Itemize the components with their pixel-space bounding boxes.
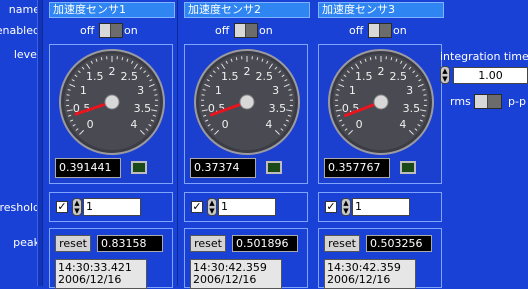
- column-separator: [37, 0, 43, 286]
- threshold-checkbox[interactable]: ✓: [191, 201, 203, 213]
- sensor-panel: 加速度センサ1 off on 00.511.522.533.54 0.39144…: [45, 0, 177, 286]
- gauge-tick-label: 3.5: [134, 102, 152, 115]
- enabled-toggle[interactable]: [368, 23, 392, 38]
- off-label: off: [215, 24, 229, 37]
- level-gauge: 00.511.522.533.54: [54, 48, 170, 156]
- level-frame: 00.511.522.533.54 0.391441: [49, 44, 173, 184]
- gauge-tick: [370, 57, 371, 60]
- threshold-frame: ✓ ▲▼ 1: [49, 192, 173, 222]
- sensor-panel: 加速度センサ2 off on 00.511.522.533.54 0.37374…: [180, 0, 312, 286]
- peak-timestamp: 14:30:42.359 2006/12/16: [324, 259, 416, 289]
- gauge-tick-label: 2.5: [255, 70, 273, 83]
- rms-label: rms: [450, 95, 471, 108]
- level-readout: 0.37374: [190, 158, 256, 178]
- threshold-checkbox[interactable]: ✓: [325, 201, 337, 213]
- gauge-tick-label: 0: [356, 118, 363, 131]
- gauge-tick-label: 2: [378, 65, 385, 78]
- peak-frame: reset 0.501896 14:30:42.359 2006/12/16: [184, 228, 308, 288]
- peak-date: 2006/12/16: [58, 274, 144, 286]
- peak-readout: 0.501896: [232, 235, 298, 252]
- row-label-peak: peak: [13, 236, 40, 249]
- enabled-control: off on: [180, 23, 312, 39]
- peak-readout: 0.83158: [97, 235, 163, 252]
- on-label: on: [259, 24, 273, 37]
- off-label: off: [80, 24, 94, 37]
- rms-pp-toggle[interactable]: [474, 94, 502, 109]
- reset-button[interactable]: reset: [324, 235, 360, 252]
- integration-time-input[interactable]: 1.00: [453, 67, 528, 84]
- row-label-threshold: threshold: [0, 201, 40, 214]
- gauge-tick: [257, 57, 258, 60]
- row-label-name: name: [9, 3, 40, 16]
- gauge-tick-label: 1.5: [86, 70, 104, 83]
- gauge-tick-label: 2: [109, 65, 116, 78]
- gauge-tick-label: 0: [222, 118, 229, 131]
- sensor-name-field[interactable]: 加速度センサ1: [49, 2, 175, 18]
- peak-date: 2006/12/16: [193, 274, 279, 286]
- gauge-tick-label: 0: [87, 118, 94, 131]
- gauge-tick-label: 1: [349, 84, 356, 97]
- gauge-tick-label: 4: [265, 118, 272, 131]
- reset-button[interactable]: reset: [190, 235, 226, 252]
- integration-spinner[interactable]: ▲▼: [440, 66, 450, 84]
- peak-frame: reset 0.83158 14:30:33.421 2006/12/16: [49, 228, 173, 288]
- gauge-tick-label: 3: [137, 84, 144, 97]
- sensor-name-field[interactable]: 加速度センサ2: [184, 2, 310, 18]
- gauge-tick-label: 1: [80, 84, 87, 97]
- gauge-hub: [374, 95, 388, 109]
- gauge-tick-label: 2.5: [120, 70, 138, 83]
- level-led-indicator: [400, 161, 416, 174]
- threshold-checkbox[interactable]: ✓: [56, 201, 68, 213]
- threshold-spinner[interactable]: ▲▼: [72, 198, 82, 216]
- reset-button[interactable]: reset: [55, 235, 91, 252]
- gauge-tick-label: 3: [406, 84, 413, 97]
- gauge-hub: [240, 95, 254, 109]
- gauge-tick-label: 1.5: [355, 70, 373, 83]
- gauge-tick-label: 3: [272, 84, 279, 97]
- gauge-tick-label: 4: [399, 118, 406, 131]
- gauge-tick: [122, 57, 123, 60]
- gauge-tick-label: 3.5: [403, 102, 421, 115]
- threshold-input[interactable]: 1: [218, 198, 276, 216]
- on-label: on: [124, 24, 138, 37]
- threshold-spinner[interactable]: ▲▼: [207, 198, 217, 216]
- threshold-input[interactable]: 1: [83, 198, 141, 216]
- threshold-spinner[interactable]: ▲▼: [341, 198, 351, 216]
- gauge-tick-label: 3.5: [269, 102, 287, 115]
- gauge-tick-label: 1: [215, 84, 222, 97]
- gauge-tick: [391, 57, 392, 60]
- level-led-indicator: [266, 161, 282, 174]
- level-gauge: 00.511.522.533.54: [189, 48, 305, 156]
- level-led-indicator: [131, 161, 147, 174]
- off-label: off: [349, 24, 363, 37]
- enabled-toggle[interactable]: [99, 23, 123, 38]
- integration-time-label: integration time [s: [440, 50, 528, 63]
- enabled-control: off on: [45, 23, 177, 39]
- integration-panel: integration time [s ▲▼ 1.00 rms p-p: [420, 0, 528, 286]
- gauge-tick: [236, 57, 237, 60]
- on-label: on: [393, 24, 407, 37]
- gauge-tick-label: 2: [244, 65, 251, 78]
- level-readout: 0.357767: [324, 158, 390, 178]
- peak-timestamp: 14:30:33.421 2006/12/16: [55, 259, 147, 289]
- peak-date: 2006/12/16: [327, 274, 413, 286]
- gauge-tick-label: 1.5: [221, 70, 239, 83]
- level-frame: 00.511.522.533.54 0.37374: [184, 44, 308, 184]
- gauge-tick-label: 2.5: [389, 70, 407, 83]
- enabled-toggle[interactable]: [234, 23, 258, 38]
- gauge-tick-label: 4: [130, 118, 137, 131]
- gauge-tick: [101, 57, 102, 60]
- pp-label: p-p: [508, 95, 526, 108]
- peak-timestamp: 14:30:42.359 2006/12/16: [190, 259, 282, 289]
- row-label-enabled: enabled: [0, 24, 40, 37]
- gauge-hub: [105, 95, 119, 109]
- level-readout: 0.391441: [55, 158, 121, 178]
- threshold-input[interactable]: 1: [352, 198, 410, 216]
- threshold-frame: ✓ ▲▼ 1: [184, 192, 308, 222]
